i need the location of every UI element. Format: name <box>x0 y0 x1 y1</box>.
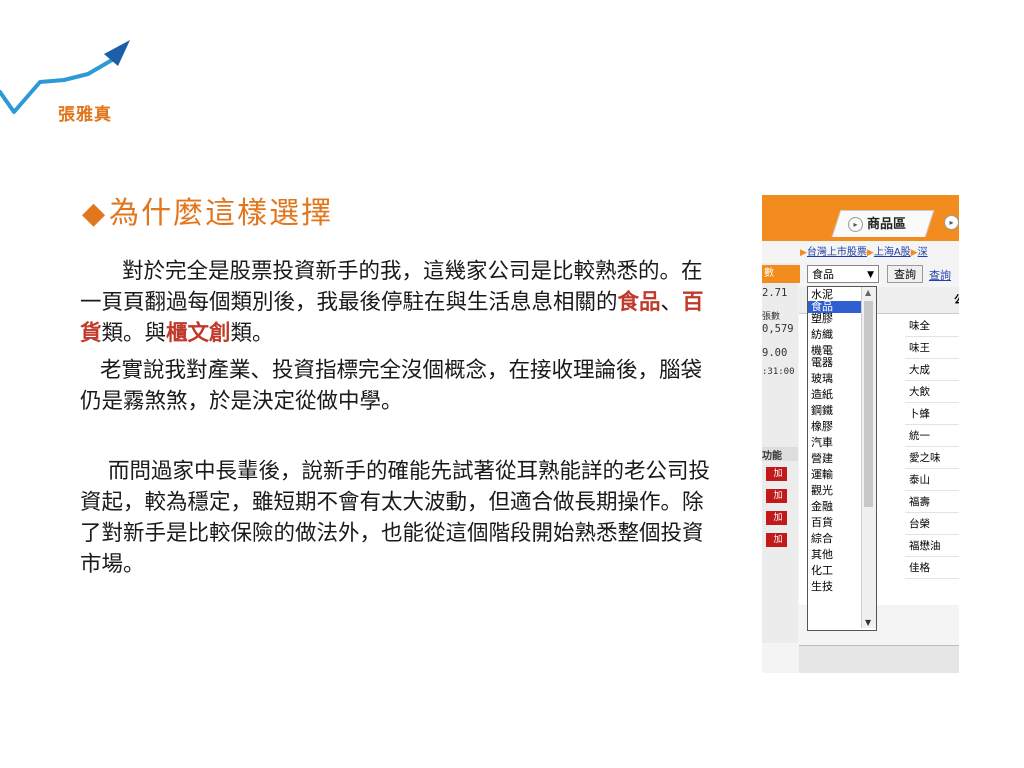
dropdown-option[interactable]: 化工 <box>811 565 833 577</box>
quote-label: 張數 <box>762 312 781 322</box>
dropdown-option[interactable]: 運輸 <box>811 469 833 481</box>
market-links: ▶台灣上市股票▶上海A股▶深 <box>800 243 928 258</box>
scroll-down-icon[interactable]: ▼ <box>865 618 871 627</box>
add-button[interactable]: 加 <box>766 489 787 503</box>
caret-down-icon: ▼ <box>867 270 874 280</box>
add-button[interactable]: 加 <box>766 511 787 525</box>
triangle-icon: ▶ <box>910 248 918 258</box>
triangle-icon: ▶ <box>800 248 807 258</box>
dropdown-option[interactable]: 生技 <box>811 581 833 593</box>
triangle-icon: ▶ <box>866 248 874 258</box>
dropdown-scrollbar[interactable]: ▲ ▼ <box>861 287 876 628</box>
dropdown-option[interactable]: 電器 <box>811 357 833 369</box>
add-button[interactable]: 加 <box>766 467 787 481</box>
left-quote-panel: 數 2.71 張數 0,579 9.00 :31:00 功能 加 加 加 加 <box>762 263 800 643</box>
category-select[interactable]: 食品 ▼ <box>807 265 879 283</box>
link-tw-listed[interactable]: 台灣上市股票 <box>807 247 867 258</box>
arrow-circle-icon: ▸ <box>848 217 863 232</box>
slide-heading: ◆為什麼這樣選擇 <box>82 188 333 232</box>
dropdown-option[interactable]: 金融 <box>811 501 833 513</box>
p1-text-b: 、 <box>660 290 683 315</box>
table-row[interactable]: 泰山 <box>905 469 959 491</box>
highlight-cultural-creative: 櫃文創 <box>166 321 231 346</box>
table-row[interactable]: 台榮 <box>905 513 959 535</box>
dropdown-option[interactable]: 玻璃 <box>811 373 833 385</box>
dropdown-option[interactable]: 鋼鐵 <box>811 405 833 417</box>
dropdown-option[interactable]: 其他 <box>811 549 833 561</box>
quote-value: 2.71 <box>762 287 788 299</box>
tab-product-area[interactable]: ▸ 商品區 <box>848 213 906 232</box>
category-select-value: 食品 <box>812 268 834 281</box>
slide-title: 為什麼這樣選擇 <box>109 196 334 231</box>
link-shenzhen[interactable]: 深 <box>918 247 928 258</box>
table-row[interactable]: 福懋油 <box>905 535 959 557</box>
p1-text-d: 類。 <box>230 321 274 346</box>
quote-value: 0,579 <box>762 323 794 335</box>
table-row[interactable]: 大成 <box>905 359 959 381</box>
query-button[interactable]: 查詢 <box>887 265 923 283</box>
dropdown-option[interactable]: 綜合 <box>811 533 833 545</box>
table-row[interactable]: 味王 <box>905 337 959 359</box>
dropdown-option[interactable]: 造紙 <box>811 389 833 401</box>
p1-text-a: 對於完全是股票投資新手的我，這幾家公司是比較熟悉的。在一頁頁翻過每個類別後，我最… <box>80 259 703 315</box>
dropdown-option[interactable]: 觀光 <box>811 485 833 497</box>
category-dropdown-list[interactable]: 水泥 食品 塑膠 紡織 機電 電器 玻璃 造紙 鋼鐵 橡膠 汽車 營建 運輸 觀… <box>807 286 877 631</box>
dropdown-option[interactable]: 百貨 <box>811 517 833 529</box>
stock-site-screenshot: ▸ 商品區 ▸ ▶台灣上市股票▶上海A股▶深 數 2.71 張數 0,579 9.… <box>762 195 959 673</box>
scrollbar-thumb[interactable] <box>864 301 873 507</box>
dropdown-option[interactable]: 汽車 <box>811 437 833 449</box>
body-text: 對於完全是股票投資新手的我，這幾家公司是比較熟悉的。在一頁頁翻過每個類別後，我最… <box>80 256 720 580</box>
table-row[interactable]: 味全 <box>905 315 959 337</box>
dropdown-option[interactable]: 橡膠 <box>811 421 833 433</box>
paragraph-1: 對於完全是股票投資新手的我，這幾家公司是比較熟悉的。在一頁頁翻過每個類別後，我最… <box>80 256 720 349</box>
quote-time: :31:00 <box>762 367 795 377</box>
table-row[interactable]: 佳格 <box>905 557 959 579</box>
left-panel-header: 數 <box>762 265 800 283</box>
paragraph-3: 而問過家中長輩後，說新手的確能先試著從耳熟能詳的老公司投資起，較為穩定，雖短期不… <box>80 459 711 577</box>
p1-text-c: 類。與 <box>101 321 167 346</box>
paragraph-2: 老實說我對產業、投資指標完全沒個概念，在接收理論後，腦袋仍是霧煞煞，於是決定從做… <box>80 358 703 414</box>
link-shanghai-a[interactable]: 上海A股 <box>874 247 911 258</box>
table-row[interactable]: 大飲 <box>905 381 959 403</box>
quote-value: 9.00 <box>762 347 788 359</box>
grid-header-label: 公 <box>954 291 959 307</box>
add-button[interactable]: 加 <box>766 533 787 547</box>
dropdown-option[interactable]: 營建 <box>811 453 833 465</box>
author-name: 張雅真 <box>58 105 112 125</box>
site-bottom-bar <box>799 645 959 673</box>
diamond-bullet-icon: ◆ <box>82 196 108 231</box>
table-row[interactable]: 卜蜂 <box>905 403 959 425</box>
tab-product-area-label: 商品區 <box>867 217 907 232</box>
table-row[interactable]: 統一 <box>905 425 959 447</box>
highlight-food: 食品 <box>617 290 661 315</box>
scroll-up-icon[interactable]: ▲ <box>865 288 871 297</box>
dropdown-option[interactable]: 紡織 <box>811 329 833 341</box>
next-tab-arrow-icon[interactable]: ▸ <box>944 215 959 230</box>
table-row[interactable]: 愛之味 <box>905 447 959 469</box>
dropdown-option[interactable]: 塑膠 <box>811 313 833 325</box>
query-link[interactable]: 查詢 <box>929 267 951 283</box>
function-header: 功能 <box>762 447 798 462</box>
table-row[interactable]: 福壽 <box>905 491 959 513</box>
